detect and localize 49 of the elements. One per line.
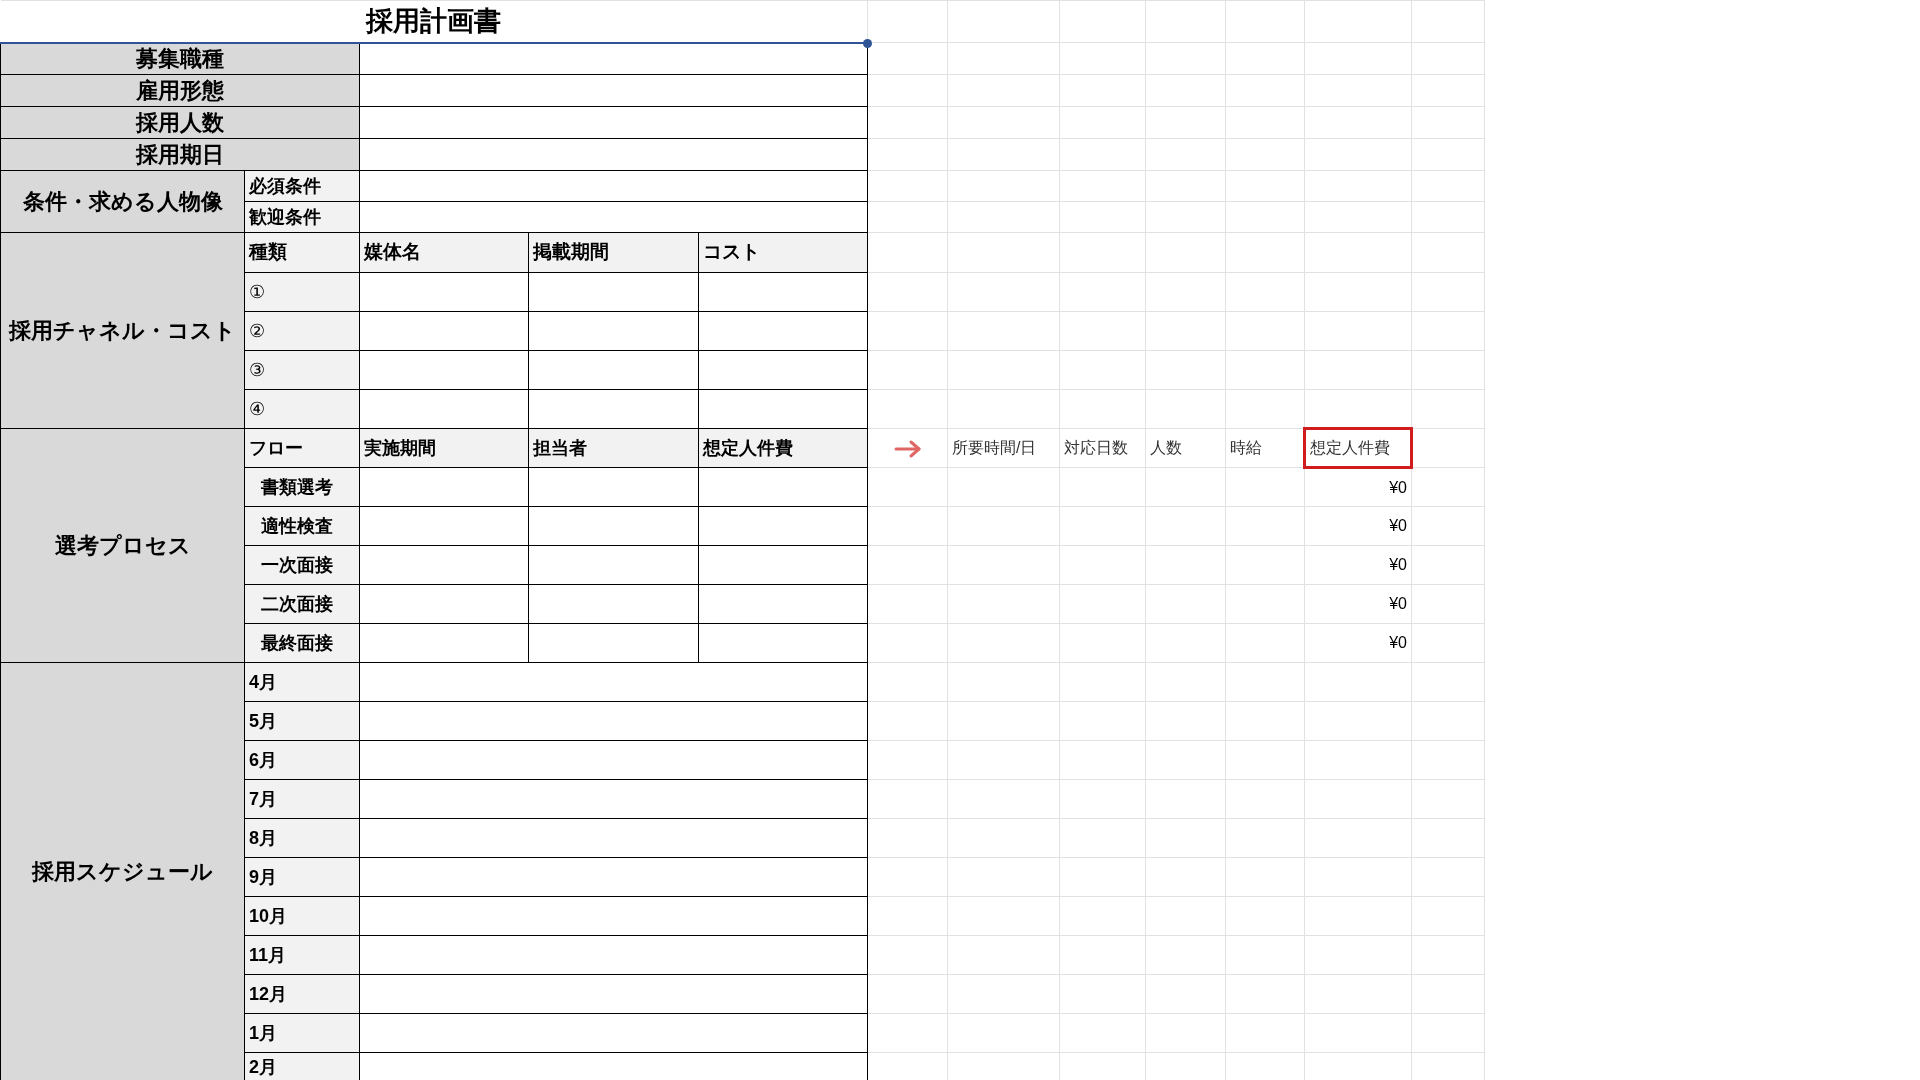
arrow-icon <box>892 438 923 459</box>
column-header: 人数 <box>1145 428 1226 468</box>
row-label: 募集職種 <box>0 42 360 75</box>
row-number: ① <box>244 272 360 312</box>
row-label: 4月 <box>244 662 360 702</box>
table-cell: ¥0 <box>1304 467 1412 507</box>
table-cell: ¥0 <box>1304 584 1412 624</box>
row-label: 適性検査 <box>244 506 360 546</box>
row-label: 二次面接 <box>244 584 360 624</box>
row-number: ③ <box>244 350 360 390</box>
column-header: 所要時間/日 <box>947 428 1060 468</box>
table-cell: ¥0 <box>1304 506 1412 546</box>
row-label: 必須条件 <box>244 170 360 202</box>
row-label: 8月 <box>244 818 360 858</box>
row-label: 採用チャネル・コスト <box>0 232 245 429</box>
row-number: ② <box>244 311 360 351</box>
row-label: 11月 <box>244 935 360 975</box>
column-header: コスト <box>698 232 868 273</box>
column-header: フロー <box>244 428 360 468</box>
row-label: 12月 <box>244 974 360 1014</box>
row-label: 採用人数 <box>0 106 360 139</box>
row-label: 採用期日 <box>0 138 360 171</box>
selection-handle[interactable] <box>863 38 872 48</box>
column-header: 実施期間 <box>359 428 529 468</box>
row-number: ④ <box>244 389 360 429</box>
column-header: 対応日数 <box>1059 428 1146 468</box>
column-header: 想定人件費 <box>698 428 868 468</box>
column-header: 担当者 <box>528 428 699 468</box>
column-header: 媒体名 <box>359 232 529 273</box>
row-label: 歓迎条件 <box>244 201 360 233</box>
table-cell: ¥0 <box>1304 545 1412 585</box>
row-label: 選考プロセス <box>0 428 245 663</box>
row-label: 一次面接 <box>244 545 360 585</box>
row-label: 5月 <box>244 701 360 741</box>
row-label: 最終面接 <box>244 623 360 663</box>
column-header: 種類 <box>244 232 360 273</box>
row-label: 9月 <box>244 857 360 897</box>
column-header: 掲載期間 <box>528 232 699 273</box>
row-label: 雇用形態 <box>0 74 360 107</box>
row-label: 条件・求める人物像 <box>0 170 245 233</box>
row-label: 1月 <box>244 1013 360 1053</box>
row-label: 採用スケジュール <box>0 662 245 1080</box>
row-label: 6月 <box>244 740 360 780</box>
column-header: 想定人件費 <box>1304 428 1412 468</box>
row-label: 2月 <box>244 1052 360 1080</box>
table-cell: ¥0 <box>1304 623 1412 663</box>
row-label: 7月 <box>244 779 360 819</box>
row-label: 書類選考 <box>244 467 360 507</box>
row-label: 10月 <box>244 896 360 936</box>
